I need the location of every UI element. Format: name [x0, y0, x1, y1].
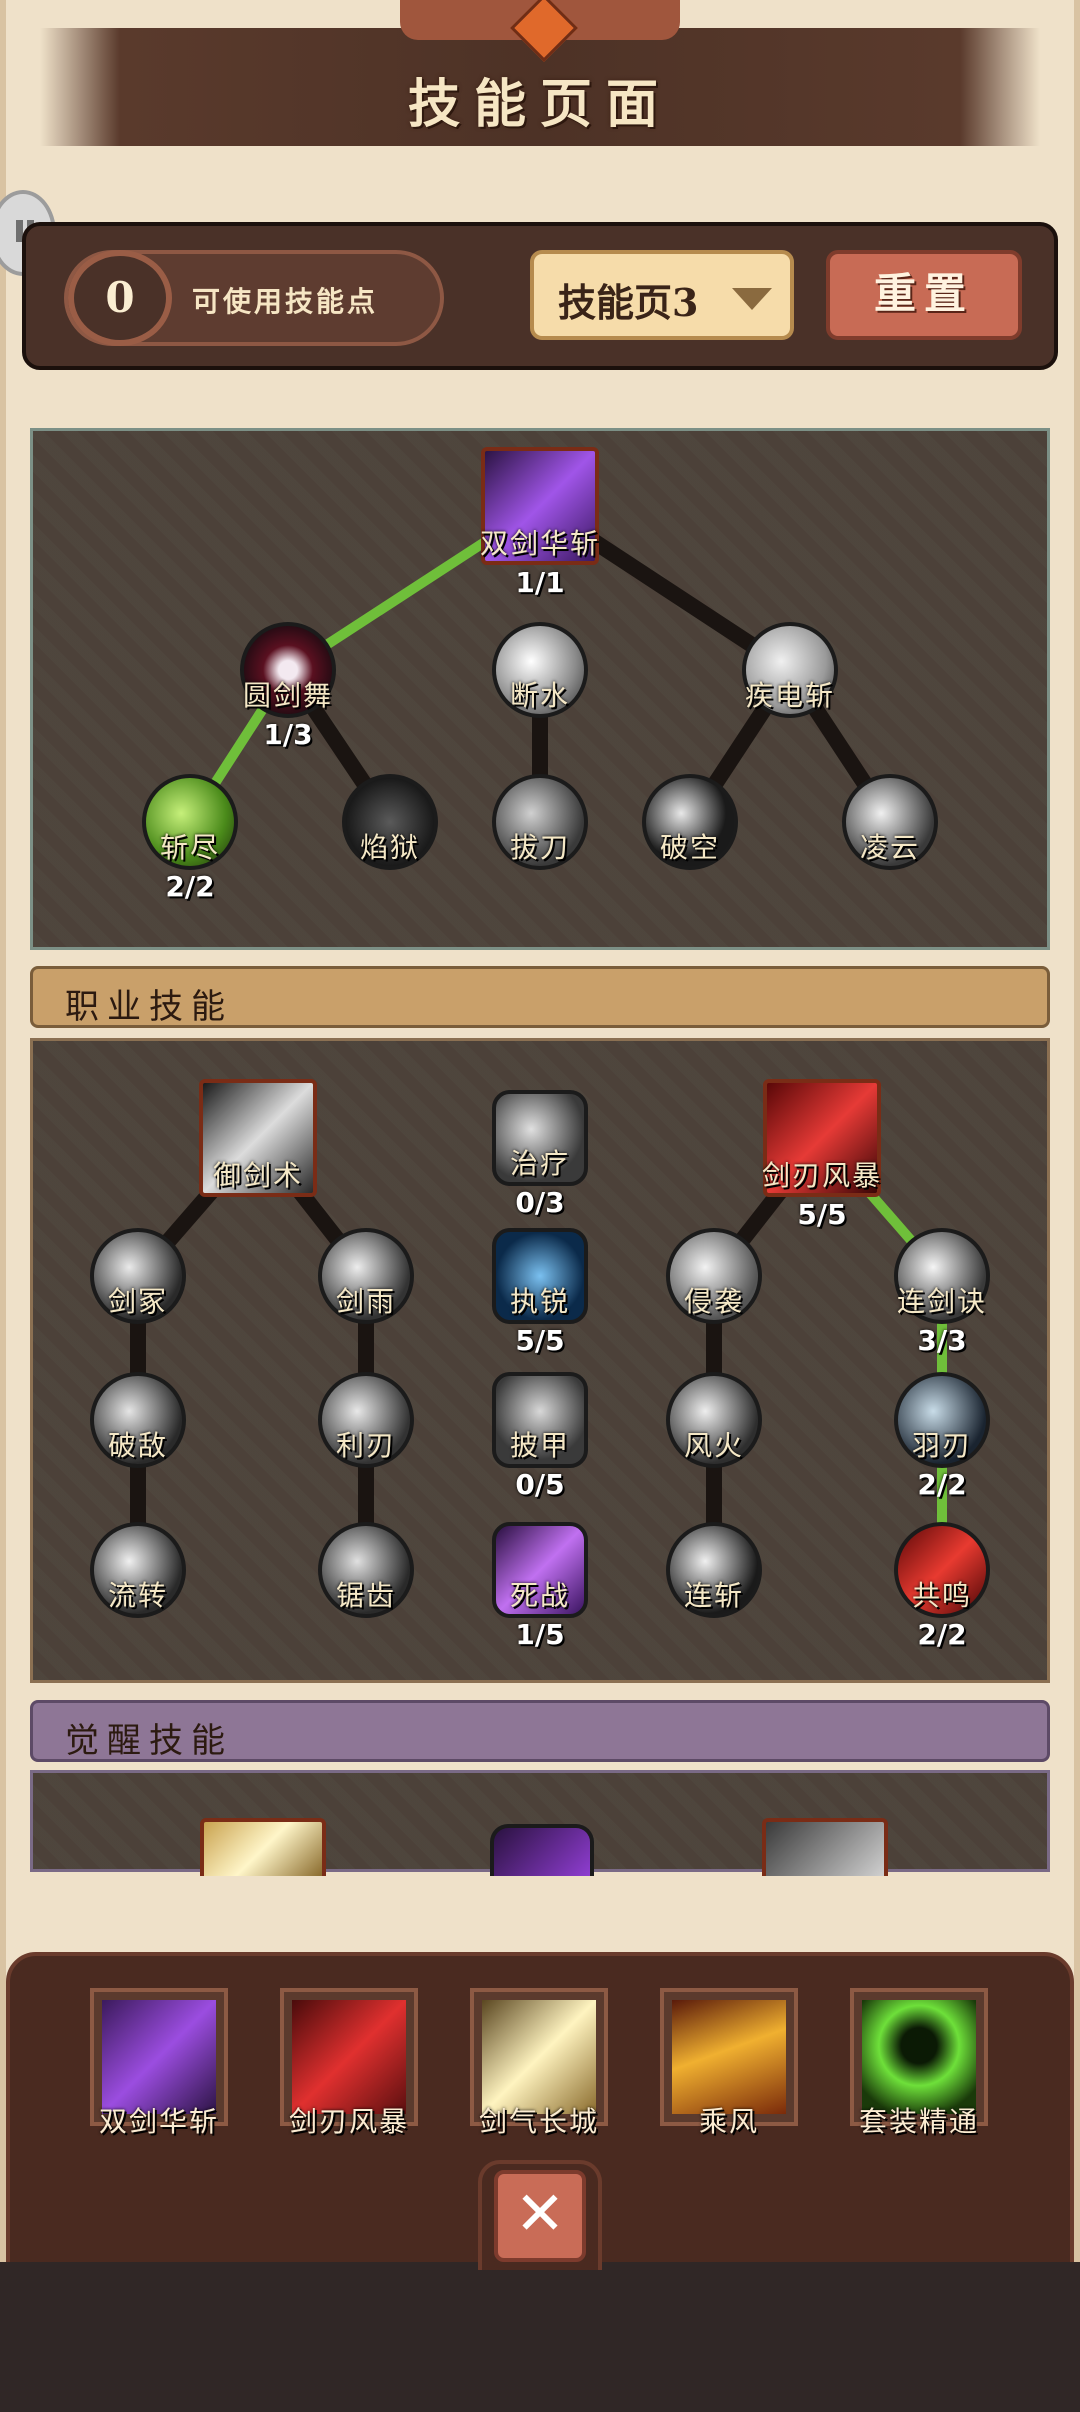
skill-node[interactable] — [492, 1228, 588, 1324]
close-button[interactable]: ✕ — [494, 2170, 586, 2262]
skill-node[interactable] — [90, 1228, 186, 1324]
skill-node[interactable] — [318, 1372, 414, 1468]
skill-node[interactable] — [481, 447, 599, 565]
wind-feather-icon — [672, 2000, 786, 2114]
skill-node[interactable] — [492, 774, 588, 870]
skill-node[interactable] — [142, 774, 238, 870]
skill-node[interactable] — [318, 1522, 414, 1618]
skill-node[interactable] — [199, 1079, 317, 1197]
career-skills-title: 职业技能 — [65, 987, 233, 1027]
skill-node[interactable] — [240, 622, 336, 718]
skill-points-pill: 0 可使用技能点 — [64, 250, 444, 346]
equipped-skill-name: 双剑华斩 — [98, 2105, 219, 2138]
awaken-skill-icon-3[interactable] — [762, 1818, 888, 1876]
equipped-skill-name: 剑刃风暴 — [288, 2105, 409, 2138]
skill-node[interactable] — [492, 1090, 588, 1186]
skill-points-value: 0 — [68, 250, 172, 346]
skill-node[interactable] — [842, 774, 938, 870]
equipped-skill-name: 乘风 — [698, 2105, 759, 2138]
awaken-skill-icon-2[interactable] — [490, 1824, 594, 1876]
skill-node[interactable] — [342, 774, 438, 870]
dual-sword-icon — [102, 2000, 216, 2114]
skill-node[interactable] — [90, 1522, 186, 1618]
skill-node[interactable] — [492, 622, 588, 718]
chevron-down-icon — [732, 288, 772, 310]
skill-node[interactable] — [894, 1522, 990, 1618]
skill-points-label: 可使用技能点 — [192, 285, 379, 318]
dock-base — [0, 2262, 1080, 2412]
skill-node[interactable] — [666, 1228, 762, 1324]
reset-button[interactable]: 重置 — [826, 250, 1022, 340]
equipped-skill-name: 套装精通 — [858, 2105, 979, 2138]
skill-node[interactable] — [666, 1522, 762, 1618]
skill-node[interactable] — [642, 774, 738, 870]
page-title: 技能页面 — [407, 74, 672, 135]
skill-node[interactable] — [894, 1372, 990, 1468]
equipped-skill-name: 剑气长城 — [478, 2105, 599, 2138]
skill-node[interactable] — [666, 1372, 762, 1468]
skill-node[interactable] — [492, 1372, 588, 1468]
awaken-skills-title: 觉醒技能 — [65, 1721, 233, 1761]
awaken-skills-header: 觉醒技能 — [30, 1700, 1050, 1762]
blade-storm-icon — [292, 2000, 406, 2114]
skill-node[interactable] — [90, 1372, 186, 1468]
skill-top-bar: 0 可使用技能点 技能页3 重置 — [22, 222, 1058, 370]
skill-page-dropdown[interactable]: 技能页3 — [530, 250, 794, 340]
awaken-skill-icon-1[interactable] — [200, 1818, 326, 1876]
career-skills-header: 职业技能 — [30, 966, 1050, 1028]
close-icon: ✕ — [514, 2179, 566, 2249]
set-mastery-icon — [862, 2000, 976, 2114]
skill-page-label: 技能页3 — [558, 280, 699, 325]
skill-node[interactable] — [742, 622, 838, 718]
skill-node[interactable] — [894, 1228, 990, 1324]
skill-node[interactable] — [318, 1228, 414, 1324]
sword-wall-icon — [482, 2000, 596, 2114]
skill-node[interactable] — [492, 1522, 588, 1618]
skill-node[interactable] — [763, 1079, 881, 1197]
